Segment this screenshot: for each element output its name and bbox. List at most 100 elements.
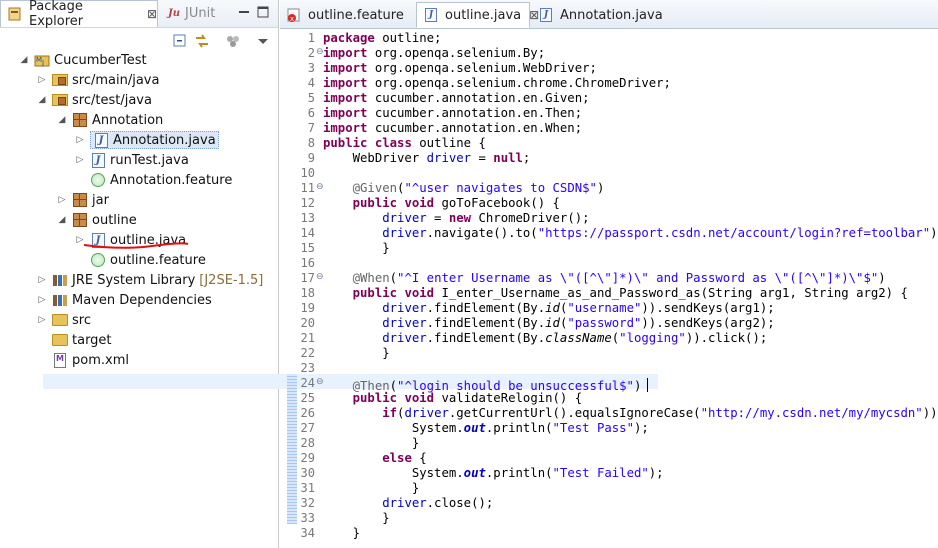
tree-item-target-folder[interactable]: target <box>36 330 112 350</box>
code-line[interactable]: } <box>323 481 419 496</box>
collapsed-icon[interactable]: ▷ <box>36 274 48 286</box>
tree-item-outline-package[interactable]: ◢ outline <box>56 210 137 230</box>
code-line[interactable]: driver.navigate().to("https://passport.c… <box>323 226 938 241</box>
code-line[interactable]: driver.findElement(By.className("logging… <box>323 331 767 346</box>
code-line[interactable]: public class outline { <box>323 136 486 151</box>
code-line[interactable]: WebDriver driver = null; <box>323 151 531 166</box>
tree-item-outline-feature[interactable]: outline.feature <box>74 250 206 270</box>
line-number: 18 <box>300 286 315 300</box>
red-underline-annotation <box>83 242 189 249</box>
package-explorer-panel: Package Explorer ⊠ Ju JUnit ◢ M J Cucumb… <box>0 0 279 548</box>
tree-item-pom-xml[interactable]: M pom.xml <box>36 350 129 370</box>
tab-package-explorer[interactable]: Package Explorer ⊠ <box>0 0 158 29</box>
editor-tab-outline-feature[interactable]: x outline.feature <box>280 2 414 28</box>
code-line[interactable]: import org.openqa.selenium.WebDriver; <box>323 61 597 76</box>
code-line[interactable]: if(driver.getCurrentUrl().equalsIgnoreCa… <box>323 406 938 421</box>
tree-item-runtest-java[interactable]: ▷ J runTest.java <box>74 150 189 170</box>
link-with-editor-icon[interactable] <box>194 33 210 49</box>
tree-item-cucumbertest[interactable]: ◢ MJ CucumberTest <box>18 50 147 70</box>
code-line[interactable]: } <box>323 241 389 256</box>
expanded-icon[interactable]: ◢ <box>18 54 30 66</box>
svg-text:x: x <box>290 15 294 22</box>
code-token: ); <box>633 421 649 435</box>
svg-text:J: J <box>41 59 44 67</box>
code-token: void <box>404 391 435 405</box>
code-token: driver <box>382 301 427 315</box>
tree-item-annotation-java[interactable]: ▷ J Annotation.java <box>74 130 219 150</box>
close-icon[interactable]: ⊠ <box>147 7 157 21</box>
view-tab-bar: Package Explorer ⊠ Ju JUnit <box>0 0 278 29</box>
collapsed-icon[interactable]: ▷ <box>36 74 48 86</box>
tree-item-maven-dependencies[interactable]: ▷ Maven Dependencies <box>36 290 212 310</box>
code-line[interactable]: import cucumber.annotation.en.When; <box>323 121 582 136</box>
tree-item-jre-system-library[interactable]: ▷ JRE System Library [J2SE-1.5] <box>36 270 264 290</box>
code-line[interactable]: System.out.println("Test Failed"); <box>323 466 664 481</box>
code-line[interactable]: import cucumber.annotation.en.Given; <box>323 91 590 106</box>
junit-icon: Ju <box>167 8 180 19</box>
code-token: import <box>323 76 368 90</box>
code-token: System. <box>323 466 464 480</box>
collapsed-icon[interactable]: ▷ <box>56 194 68 206</box>
focus-icon[interactable] <box>225 33 241 49</box>
line-number: 10 <box>300 166 315 180</box>
code-line[interactable]: } <box>323 436 419 451</box>
code-token: driver <box>404 406 449 420</box>
collapsed-icon[interactable]: ▷ <box>74 154 86 166</box>
collapse-all-icon[interactable] <box>172 33 188 49</box>
code-token: ChromeDriver(); <box>471 211 590 225</box>
expanded-icon[interactable]: ◢ <box>56 214 68 226</box>
editor-tab-annotation-java[interactable]: J Annotation.java <box>532 2 663 28</box>
tree-item-src-test-java[interactable]: ◢ src/test/java <box>36 90 152 110</box>
line-number: 14 <box>300 226 315 240</box>
code-line[interactable]: driver.close(); <box>323 496 493 511</box>
code-line[interactable]: } <box>323 346 389 361</box>
code-line[interactable]: else { <box>323 451 426 466</box>
minimize-icon[interactable] <box>237 5 251 19</box>
expanded-icon[interactable]: ◢ <box>56 114 68 126</box>
tree-item-src-main-java[interactable]: ▷ src/main/java <box>36 70 160 90</box>
code-line[interactable]: public void goToFacebook() { <box>323 196 560 211</box>
code-token: void <box>404 196 435 210</box>
code-line[interactable]: public void I_enter_Username_as_and_Pass… <box>323 286 908 301</box>
code-line[interactable]: import cucumber.annotation.en.Then; <box>323 106 582 121</box>
expanded-icon[interactable]: ◢ <box>36 94 48 106</box>
code-line[interactable]: @Given("^user navigates to CSDN$") <box>323 181 605 196</box>
maximize-icon[interactable] <box>256 5 270 19</box>
code-line[interactable]: package outline; <box>323 31 441 46</box>
view-menu-icon[interactable] <box>255 33 271 49</box>
code-line[interactable]: driver.findElement(By.id("password")).se… <box>323 316 774 331</box>
tree-label: Maven Dependencies <box>72 292 212 308</box>
collapsed-icon[interactable]: ▷ <box>36 314 48 326</box>
tree-item-annotation-package[interactable]: ◢ Annotation <box>56 110 164 130</box>
code-line[interactable]: System.out.println("Test Pass"); <box>323 421 649 436</box>
code-token: driver <box>382 496 427 510</box>
tree-item-jar-package[interactable]: ▷ jar <box>56 190 109 210</box>
tree-item-annotation-feature[interactable]: Annotation.feature <box>74 170 232 190</box>
code-line[interactable]: import org.openqa.selenium.chrome.Chrome… <box>323 76 671 91</box>
collapsed-icon[interactable]: ▷ <box>36 294 48 306</box>
collapsed-icon[interactable]: ▷ <box>74 134 86 146</box>
code-line[interactable]: driver.findElement(By.id("username")).se… <box>323 301 774 316</box>
tab-junit[interactable]: Ju JUnit <box>160 0 230 27</box>
code-line[interactable]: @Then("^login should be unsuccessful$") <box>323 376 649 393</box>
code-token: import <box>323 121 368 135</box>
source-folder-icon <box>52 72 68 88</box>
editor-tab-outline-java[interactable]: J outline.java ⊠ <box>416 2 539 28</box>
code-line[interactable]: } <box>323 526 360 541</box>
code-line[interactable]: driver = new ChromeDriver(); <box>323 211 590 226</box>
code-line[interactable]: } <box>323 511 389 526</box>
tree-item-src-folder[interactable]: ▷ src <box>36 310 91 330</box>
tree-label: target <box>72 332 112 348</box>
code-token: new <box>448 211 472 225</box>
jre-version-decoration: [J2SE-1.5] <box>199 272 264 288</box>
editor-tab-bar: x outline.feature J outline.java ⊠ J Ann… <box>280 0 938 29</box>
code-line[interactable]: import org.openqa.selenium.By; <box>323 46 545 61</box>
line-number: 13 <box>300 211 315 225</box>
code-token: id <box>545 316 560 330</box>
code-line[interactable]: public void validateRelogin() { <box>323 391 583 406</box>
code-line[interactable]: @When("^I enter Username as \"([^\"]*)\"… <box>323 271 886 286</box>
